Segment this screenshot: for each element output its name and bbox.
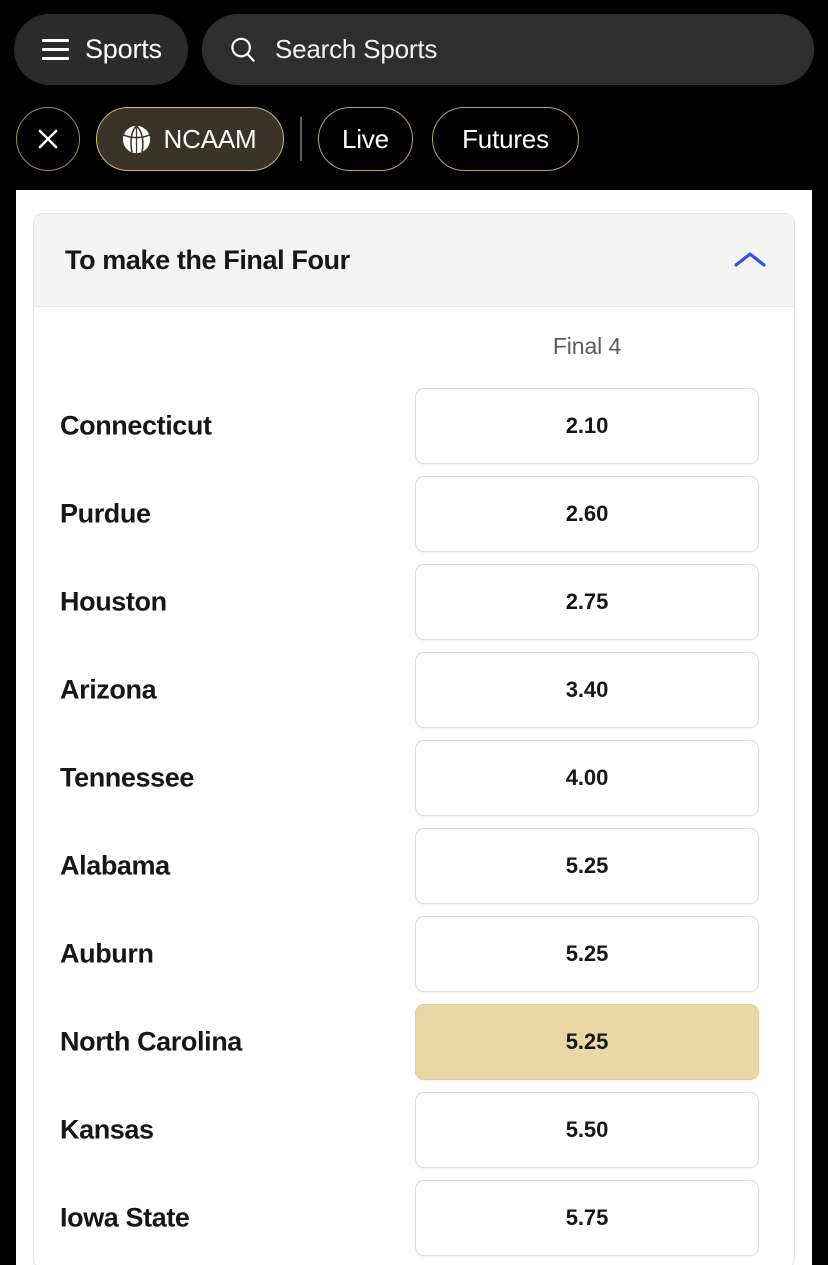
team-name: Connecticut [60,410,212,441]
team-name: Iowa State [60,1202,190,1233]
close-filters-button[interactable] [16,107,80,171]
filter-chip-label: Futures [462,123,549,154]
close-icon [38,129,58,149]
table-row: Kansas 5.50 [34,1086,794,1174]
nav-primary-row: Sports Search Sports [0,14,828,86]
team-name: Alabama [60,850,170,881]
team-name: Purdue [60,498,151,529]
filter-divider [300,117,302,161]
odds-value: 5.25 [565,1029,609,1054]
odds-value: 5.25 [565,941,609,966]
odds-button[interactable]: 5.75 [415,1180,759,1256]
odds-value: 5.25 [565,853,609,878]
table-row: Connecticut 2.10 [34,382,794,470]
team-name: Arizona [60,674,157,705]
market-title: To make the Final Four [65,244,350,275]
odds-value: 2.10 [565,413,609,438]
filter-chip-label: NCAAM [163,123,257,154]
table-row: Alabama 5.25 [34,822,794,910]
basketball-icon [122,124,150,153]
chevron-up-icon[interactable] [732,249,768,271]
odds-value: 2.60 [565,501,609,526]
odds-button[interactable]: 2.10 [415,388,759,464]
odds-value: 4.00 [565,765,609,790]
table-row: Auburn 5.25 [34,910,794,998]
hamburger-icon [42,39,69,60]
table-row: North Carolina 5.25 [34,998,794,1086]
odds-value: 5.50 [565,1117,609,1142]
main-content-area: To make the Final Four Final 4 Connectic… [16,190,812,1265]
search-icon [231,37,255,62]
market-card-header[interactable]: To make the Final Four [34,214,794,307]
odds-button[interactable]: 5.25 [415,828,759,904]
market-rows-list: Connecticut 2.10 Purdue 2.60 Houston 2.7… [34,382,794,1265]
odds-value: 2.75 [565,589,609,614]
table-row: Arizona 3.40 [34,646,794,734]
team-name: Houston [60,586,167,617]
odds-button[interactable]: 3.40 [415,652,759,728]
filter-chip-ncaam[interactable]: NCAAM [96,107,284,171]
team-name: Tennessee [60,762,194,793]
table-row: Iowa State 5.75 [34,1174,794,1262]
odds-value: 5.75 [565,1205,609,1230]
team-name: Auburn [60,938,154,969]
filter-chip-label: Live [342,123,389,154]
search-input[interactable]: Search Sports [202,14,814,85]
team-name: North Carolina [60,1026,242,1057]
filter-chip-futures[interactable]: Futures [432,107,579,171]
sports-menu-button[interactable]: Sports [14,14,188,85]
nav-filter-row: NCAAM Live Futures [0,107,828,173]
sports-menu-label: Sports [85,34,162,64]
column-header-final-4: Final 4 [552,333,622,359]
column-header-row: Final 4 [34,307,794,382]
team-name: Kansas [60,1114,154,1145]
search-placeholder-text: Search Sports [275,34,438,64]
table-row: Purdue 2.60 [34,470,794,558]
odds-button-selected[interactable]: 5.25 [415,1004,759,1080]
odds-button[interactable]: 2.60 [415,476,759,552]
odds-button[interactable]: 4.00 [415,740,759,816]
odds-value: 3.40 [565,677,609,702]
filter-chip-live[interactable]: Live [318,107,413,171]
odds-button[interactable]: 5.25 [415,916,759,992]
table-row: Houston 2.75 [34,558,794,646]
odds-button[interactable]: 5.50 [415,1092,759,1168]
market-card-final-four: To make the Final Four Final 4 Connectic… [33,213,795,1265]
table-row: Tennessee 4.00 [34,734,794,822]
top-navigation-bar: Sports Search Sports NCAAM Live Futures [0,0,828,190]
odds-button[interactable]: 2.75 [415,564,759,640]
